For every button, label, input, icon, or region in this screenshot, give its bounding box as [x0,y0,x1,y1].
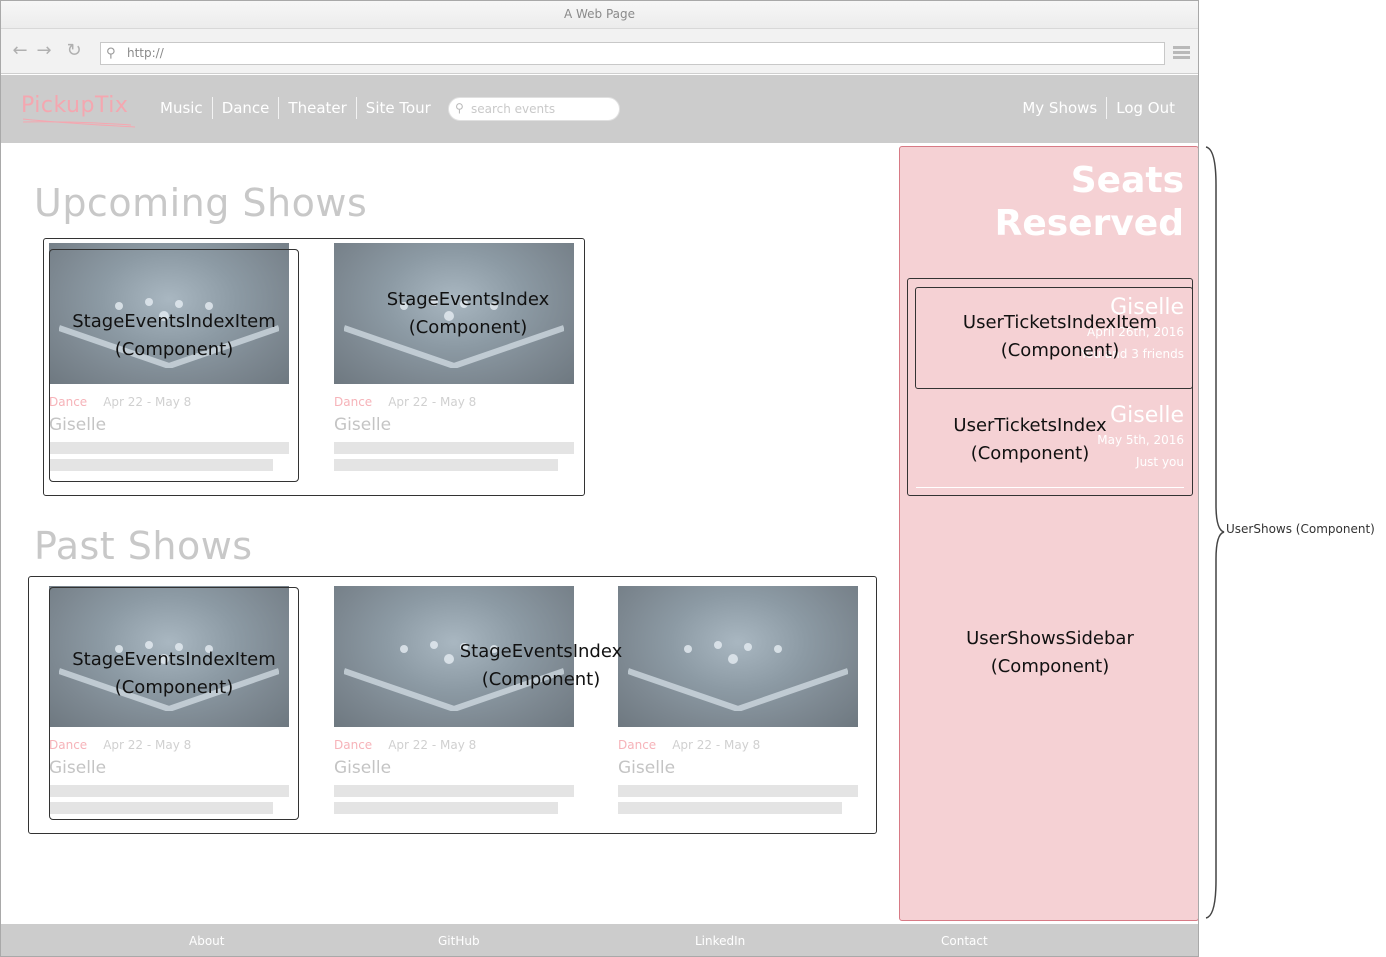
upcoming-item-component-label: StageEventsIndexItem (Component) [49,308,299,364]
event-dates: Apr 22 - May 8 [388,395,477,409]
past-index-component-label: StageEventsIndex (Component) [426,638,656,694]
event-dates: Apr 22 - May 8 [388,738,477,752]
event-meta: Dance Apr 22 - May 8 [618,738,760,752]
component-tag: (Component) [970,443,1090,464]
upcoming-shows-title: Upcoming Shows [34,181,368,225]
event-name[interactable]: Giselle [334,758,391,778]
search-placeholder: search events [471,102,556,116]
upcoming-index-item-outline [49,249,299,482]
footer-about-link[interactable]: About [189,934,224,948]
description-placeholder [334,785,574,797]
past-index-item-outline [49,587,299,820]
description-placeholder [334,442,574,454]
component-name: StageEventsIndexItem [72,649,276,670]
event-name[interactable]: Giselle [334,415,391,435]
browser-window: A Web Page ← → ↻ ⚲ http:// PickupTix Mus… [0,0,1199,957]
past-item-component-label: StageEventsIndexItem (Component) [49,646,299,702]
event-category[interactable]: Dance [334,738,372,752]
event-meta: Dance Apr 22 - May 8 [334,395,476,409]
nav-my-shows[interactable]: My Shows [1013,97,1106,119]
nav-dance[interactable]: Dance [211,97,279,119]
component-tag: (Component) [481,669,601,690]
component-name: UserTicketsIndex [953,415,1107,436]
search-icon: ⚲ [455,101,464,115]
description-placeholder [334,802,558,814]
event-meta: Dance Apr 22 - May 8 [334,738,476,752]
ballet-stage-image [628,641,848,711]
component-tag: (Component) [114,339,234,360]
ticket-divider [916,487,1184,488]
description-placeholder [618,802,842,814]
nav-site-tour[interactable]: Site Tour [355,97,440,119]
user-shows-annotation: UserShows (Component) [1226,522,1375,536]
menu-icon[interactable] [1173,46,1190,60]
browser-toolbar: ← → ↻ ⚲ http:// [1,29,1198,74]
address-bar-url: http:// [127,46,164,60]
sidebar-title-line: Reserved [994,203,1184,244]
site-header: PickupTix Music Dance Theater Site Tour … [1,75,1198,143]
footer-github-link[interactable]: GitHub [438,934,480,948]
nav-log-out[interactable]: Log Out [1106,97,1184,119]
sidebar-title-line: Seats [1070,160,1184,201]
event-category[interactable]: Dance [334,395,372,409]
ticket-item-component-label: UserTicketsIndexItem (Component) [940,309,1180,365]
component-brace-icon [1205,146,1225,919]
forward-arrow-icon[interactable]: → [34,41,54,61]
component-tag: (Component) [114,677,234,698]
search-icon: ⚲ [106,46,116,61]
main-nav: Music Dance Theater Site Tour [151,97,440,119]
component-name: StageEventsIndex [459,641,623,662]
logo-swoosh-icon [22,118,136,128]
sidebar-title: Seats Reserved [995,159,1184,245]
user-shows-sidebar: Seats Reserved Giselle April 26th, 2016 … [899,146,1198,921]
event-name[interactable]: Giselle [618,758,675,778]
component-tag: (Component) [408,317,528,338]
sidebar-component-label: UserShowsSidebar (Component) [925,625,1175,681]
site-footer: About GitHub LinkedIn Contact [1,924,1198,956]
component-name: StageEventsIndex [386,289,550,310]
reload-icon[interactable]: ↻ [64,41,84,61]
event-dates: Apr 22 - May 8 [672,738,761,752]
past-shows-title: Past Shows [34,524,253,568]
event-category[interactable]: Dance [618,738,656,752]
component-tag: (Component) [1000,340,1120,361]
component-name: UserShowsSidebar [966,628,1134,649]
upcoming-index-component-label: StageEventsIndex (Component) [351,286,585,342]
nav-music[interactable]: Music [151,97,212,119]
footer-contact-link[interactable]: Contact [941,934,988,948]
tickets-index-component-label: UserTicketsIndex (Component) [910,412,1150,468]
address-bar[interactable]: ⚲ http:// [100,42,1165,65]
window-title: A Web Page [1,1,1198,29]
component-name: UserTicketsIndexItem [962,312,1158,333]
description-placeholder [334,459,558,471]
user-nav: My Shows Log Out [1013,97,1184,119]
footer-linkedin-link[interactable]: LinkedIn [695,934,745,948]
component-tag: (Component) [990,656,1110,677]
component-name: StageEventsIndexItem [72,311,276,332]
search-input[interactable]: ⚲ search events [448,97,620,121]
description-placeholder [618,785,858,797]
nav-theater[interactable]: Theater [278,97,355,119]
back-arrow-icon[interactable]: ← [10,41,30,61]
